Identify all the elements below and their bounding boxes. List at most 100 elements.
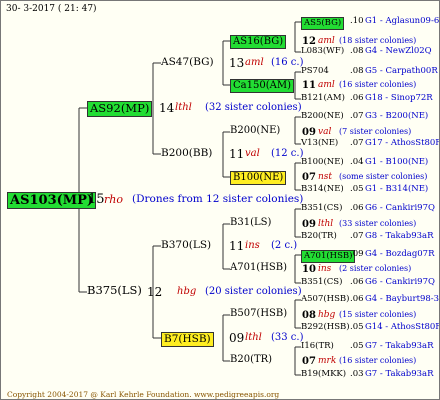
gen4-info: G18 - Sinop72R xyxy=(365,93,433,103)
gen4-info: G14 - AthosSt80R xyxy=(365,322,440,332)
gen4-info: G1 - B100(NE) xyxy=(365,157,429,167)
gen4-num: .10 xyxy=(350,16,364,26)
gen4-info: G5 - Carpath00R xyxy=(365,66,438,76)
gen2-node: AS47(BG) xyxy=(161,56,214,68)
gen3-code: aml xyxy=(318,80,335,90)
gen4-num: .07 xyxy=(350,231,364,241)
gen4-node: A701(HSB) xyxy=(301,250,356,263)
gen4-node: B314(NE) xyxy=(301,184,344,194)
gen2-num: 11 xyxy=(229,147,245,161)
gen4-info: G3 - B200(NE) xyxy=(365,111,429,121)
gen4-info: G6 - Cankiri97Q xyxy=(365,203,435,213)
gen3-num: 07 xyxy=(302,172,316,183)
gen4-info: G4 - Bozdag07R xyxy=(365,249,435,259)
gen4-node: I16(TR) xyxy=(301,341,334,351)
root-code: rho xyxy=(104,193,123,206)
gen4-num: .09 xyxy=(350,249,364,259)
gen2-code: ins xyxy=(245,240,260,251)
gen2-code: val xyxy=(245,148,260,159)
gen3-note: (15 sister colonies) xyxy=(339,310,417,319)
gen4-num: .04 xyxy=(350,157,364,167)
gen4-info: G8 - Takab93aR xyxy=(365,231,434,241)
gen3-num: 09 xyxy=(302,219,316,230)
gen3-node: Ca150(AM) xyxy=(230,79,294,93)
gen3-num: 08 xyxy=(302,310,316,321)
gen1-num: 12 xyxy=(147,285,163,299)
gen4-node: L083(WF) xyxy=(301,46,345,56)
gen4-node: B20(TR) xyxy=(301,231,337,241)
gen4-info: G1 - B314(NE) xyxy=(365,184,429,194)
gen3-note: (16 sister colonies) xyxy=(339,356,417,365)
gen4-node: A507(HSB) xyxy=(301,294,350,304)
gen3-code: aml xyxy=(318,36,335,46)
gen3-code: mrk xyxy=(318,356,337,366)
gen4-num: .08 xyxy=(350,66,364,76)
gen4-num: .06 xyxy=(350,93,364,103)
gen2-num: 11 xyxy=(229,239,245,253)
gen3-node: AS16(BG) xyxy=(230,35,287,49)
gen2-note: (16 c.) xyxy=(271,57,304,68)
gen4-info: G4 - Bayburt98-3 xyxy=(365,294,440,304)
gen4-node: V13(NE) xyxy=(301,138,339,148)
gen1-code: hbg xyxy=(177,286,197,297)
gen4-node: B100(NE) xyxy=(301,157,344,167)
gen4-info: G1 - Aglasun09-6 xyxy=(365,16,440,26)
gen2-num: 13 xyxy=(229,56,245,70)
gen3-note: (18 sister colonies) xyxy=(339,36,417,45)
gen2-code: lthl xyxy=(245,332,262,343)
gen3-num: 10 xyxy=(302,264,316,275)
gen3-code: ins xyxy=(318,264,332,274)
gen3-num: 09 xyxy=(302,127,316,138)
gen4-node: B292(HSB) xyxy=(301,322,350,332)
gen4-num: .07 xyxy=(350,111,364,121)
gen3-node: A701(HSB) xyxy=(230,262,288,273)
gen3-num: 07 xyxy=(302,356,316,367)
gen3-node: B507(HSB) xyxy=(230,308,288,319)
gen4-node: AS5(BG) xyxy=(301,17,345,30)
gen4-node: B351(CS) xyxy=(301,203,343,213)
gen3-node: B100(NE) xyxy=(230,171,287,185)
gen3-note: (7 sister colonies) xyxy=(339,127,412,136)
gen4-info: G7 - Takab93aR xyxy=(365,341,434,351)
gen4-node: B351(CS) xyxy=(301,277,343,287)
root-node: AS103(MP) xyxy=(7,192,97,209)
gen3-code: lthl xyxy=(318,219,334,229)
gen3-code: hbg xyxy=(318,310,336,320)
gen4-info: G7 - Takab93aR xyxy=(365,369,434,379)
gen4-info: G6 - Cankiri97Q xyxy=(365,277,435,287)
gen3-code: val xyxy=(318,127,332,137)
gen2-node: B370(LS) xyxy=(161,239,212,251)
gen4-info: G4 - NewZl02Q xyxy=(365,46,432,56)
gen4-node: B200(NE) xyxy=(301,111,344,121)
gen3-code: nst xyxy=(318,172,333,182)
gen4-node: PS704 xyxy=(301,66,329,76)
gen4-node: B121(AM) xyxy=(301,93,345,103)
gen1-note: (20 sister colonies) xyxy=(205,286,302,297)
gen4-num: .06 xyxy=(350,294,364,304)
gen2-code: aml xyxy=(245,57,264,68)
gen3-node: B20(TR) xyxy=(230,354,273,365)
gen3-num: 11 xyxy=(302,80,316,91)
root-note: (Drones from 12 sister colonies) xyxy=(132,193,304,205)
gen2-note: (33 c.) xyxy=(271,332,304,343)
gen1-code: lthl xyxy=(175,102,192,113)
gen4-num: .08 xyxy=(350,46,364,56)
gen2-note: (2 c.) xyxy=(271,240,298,251)
gen3-note: (33 sister colonies) xyxy=(339,219,417,228)
gen4-num: .07 xyxy=(350,138,364,148)
gen2-num: 09 xyxy=(229,331,245,345)
gen3-node: B200(NE) xyxy=(230,125,281,136)
gen4-num: .03 xyxy=(350,369,364,379)
gen4-node: B19(MKK) xyxy=(301,369,347,379)
gen1-num: 14 xyxy=(159,101,175,115)
gen4-info: G17 - AthosSt80R xyxy=(365,138,440,148)
gen3-note: (16 sister colonies) xyxy=(339,80,417,89)
gen4-num: .05 xyxy=(350,322,364,332)
root-num: 15 xyxy=(88,192,105,207)
gen2-node: B200(BB) xyxy=(161,147,213,159)
gen3-node: B31(LS) xyxy=(230,217,272,228)
gen4-num: .06 xyxy=(350,203,364,213)
gen2-node: B7(HSB) xyxy=(161,332,214,347)
gen1-node: AS92(MP) xyxy=(87,101,153,117)
gen1-note: (32 sister colonies) xyxy=(205,102,302,113)
